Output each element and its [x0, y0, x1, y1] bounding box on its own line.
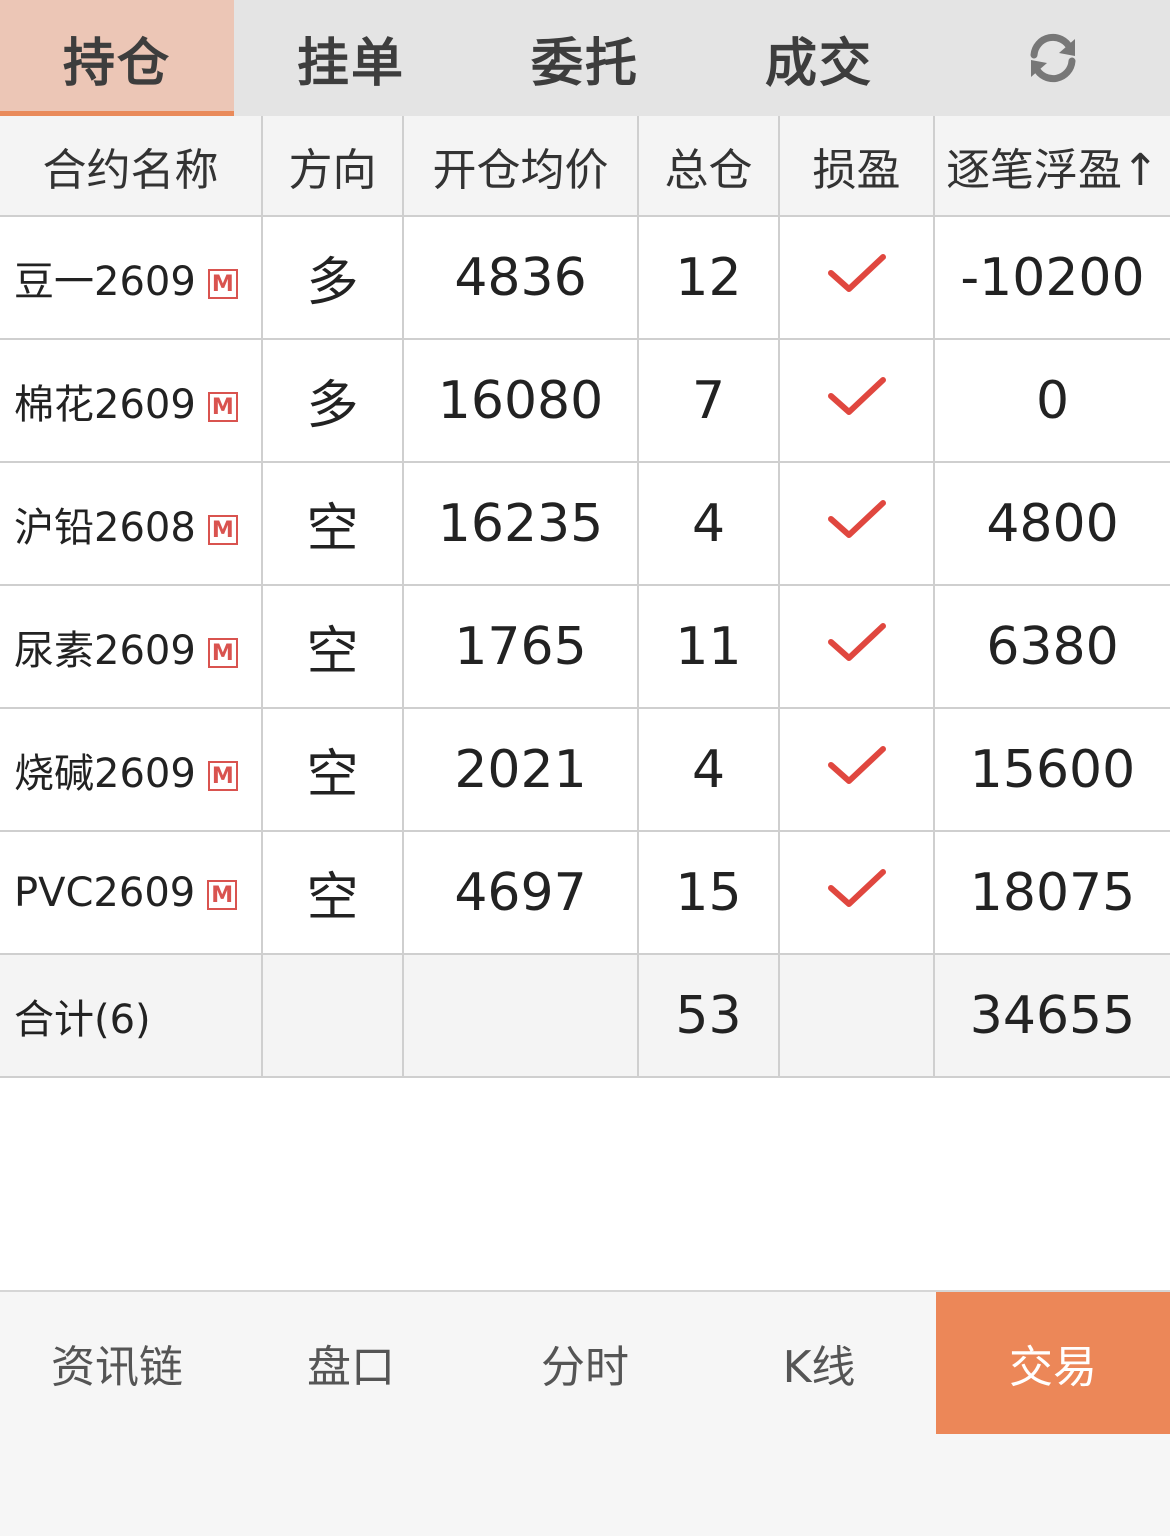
- refresh-icon: [1030, 33, 1076, 83]
- table-row[interactable]: PVC2609 M 空 4697 15 18075: [0, 830, 1170, 955]
- floating-pl-cell: 6380: [933, 584, 1170, 709]
- pl-check-cell[interactable]: [778, 584, 935, 709]
- direction-cell: 多: [261, 215, 404, 340]
- m-badge-icon: M: [207, 514, 238, 545]
- contract-name-cell: 尿素2609 M: [0, 584, 263, 709]
- contract-name: 豆一2609: [14, 258, 196, 305]
- contract-name: 烧碱2609: [14, 750, 196, 797]
- col-total-position[interactable]: 总仓: [637, 116, 780, 217]
- pl-check-cell[interactable]: [778, 707, 935, 832]
- floating-pl-cell: -10200: [933, 215, 1170, 340]
- table-row[interactable]: 尿素2609 M 空 1765 11 6380: [0, 584, 1170, 709]
- pl-check-cell[interactable]: [778, 830, 935, 955]
- direction-cell: 空: [261, 584, 404, 709]
- pl-check-cell[interactable]: [778, 461, 935, 586]
- positions-table: 合约名称 方向 开仓均价 总仓 损盈 逐笔浮盈↑ 豆一2609 M 多 4836 …: [0, 116, 1170, 1078]
- col-direction[interactable]: 方向: [261, 116, 404, 217]
- checkmark-icon: [827, 868, 886, 907]
- total-label: 合计(6): [0, 953, 263, 1078]
- contract-name: 尿素2609: [14, 627, 196, 674]
- m-badge-icon: M: [207, 760, 238, 791]
- table-row[interactable]: 沪铅2608 M 空 16235 4 4800: [0, 461, 1170, 586]
- total-position-cell: 11: [637, 584, 780, 709]
- contract-name-cell: 豆一2609 M: [0, 215, 263, 340]
- contract-name-cell: 沪铅2608 M: [0, 461, 263, 586]
- bottom-nav-bar: 资讯链 盘口 分时 K线 交易: [0, 1290, 1170, 1536]
- col-floating-pl[interactable]: 逐笔浮盈↑: [933, 116, 1170, 217]
- avg-price-cell: 16235: [402, 461, 639, 586]
- m-badge-icon: M: [207, 268, 238, 299]
- pl-check-cell[interactable]: [778, 215, 935, 340]
- col-profit-loss[interactable]: 损盈: [778, 116, 935, 217]
- checkmark-icon: [827, 253, 886, 292]
- nav-trade[interactable]: 交易: [936, 1292, 1170, 1434]
- direction-cell: 空: [261, 830, 404, 955]
- total-empty-cell: [402, 953, 639, 1078]
- table-row[interactable]: 豆一2609 M 多 4836 12 -10200: [0, 215, 1170, 340]
- direction-cell: 空: [261, 707, 404, 832]
- col-contract-name[interactable]: 合约名称: [0, 116, 263, 217]
- pl-check-cell[interactable]: [778, 338, 935, 463]
- tab-positions[interactable]: 持仓: [0, 0, 234, 116]
- avg-price-cell: 1765: [402, 584, 639, 709]
- total-position-cell: 12: [637, 215, 780, 340]
- contract-name-cell: PVC2609 M: [0, 830, 263, 955]
- contract-name-cell: 棉花2609 M: [0, 338, 263, 463]
- floating-pl-cell: 0: [933, 338, 1170, 463]
- m-badge-icon: M: [207, 637, 238, 668]
- nav-news-chain[interactable]: 资讯链: [0, 1292, 234, 1434]
- total-empty-cell: [261, 953, 404, 1078]
- m-badge-icon: M: [207, 879, 238, 910]
- floating-pl-cell: 15600: [933, 707, 1170, 832]
- contract-name: 棉花2609: [14, 381, 196, 428]
- total-position-cell: 7: [637, 338, 780, 463]
- avg-price-cell: 4697: [402, 830, 639, 955]
- nav-intraday[interactable]: 分时: [468, 1292, 702, 1434]
- total-position-cell: 4: [637, 707, 780, 832]
- table-header-row: 合约名称 方向 开仓均价 总仓 损盈 逐笔浮盈↑: [0, 116, 1170, 217]
- floating-pl-cell: 18075: [933, 830, 1170, 955]
- total-position-cell: 15: [637, 830, 780, 955]
- contract-name-cell: 烧碱2609 M: [0, 707, 263, 832]
- top-tab-bar: 持仓 挂单 委托 成交: [0, 0, 1170, 116]
- total-empty-cell: [778, 953, 935, 1078]
- floating-pl-cell: 4800: [933, 461, 1170, 586]
- contract-name: 沪铅2608: [14, 504, 196, 551]
- tab-orders[interactable]: 委托: [468, 0, 702, 116]
- total-row: 合计(6) 53 34655: [0, 953, 1170, 1078]
- checkmark-icon: [827, 745, 886, 784]
- avg-price-cell: 16080: [402, 338, 639, 463]
- checkmark-icon: [827, 376, 886, 415]
- checkmark-icon: [827, 499, 886, 538]
- nav-kline[interactable]: K线: [702, 1292, 936, 1434]
- tab-pending-orders[interactable]: 挂单: [234, 0, 468, 116]
- table-row[interactable]: 烧碱2609 M 空 2021 4 15600: [0, 707, 1170, 832]
- total-position-cell: 4: [637, 461, 780, 586]
- total-floating-pl: 34655: [933, 953, 1170, 1078]
- total-position-sum: 53: [637, 953, 780, 1078]
- tab-trades[interactable]: 成交: [702, 0, 936, 116]
- m-badge-icon: M: [207, 391, 238, 422]
- refresh-button[interactable]: [936, 0, 1170, 116]
- contract-name: PVC2609: [14, 869, 196, 916]
- checkmark-icon: [827, 622, 886, 661]
- col-avg-open-price[interactable]: 开仓均价: [402, 116, 639, 217]
- avg-price-cell: 4836: [402, 215, 639, 340]
- nav-order-book[interactable]: 盘口: [234, 1292, 468, 1434]
- direction-cell: 空: [261, 461, 404, 586]
- table-row[interactable]: 棉花2609 M 多 16080 7 0: [0, 338, 1170, 463]
- avg-price-cell: 2021: [402, 707, 639, 832]
- direction-cell: 多: [261, 338, 404, 463]
